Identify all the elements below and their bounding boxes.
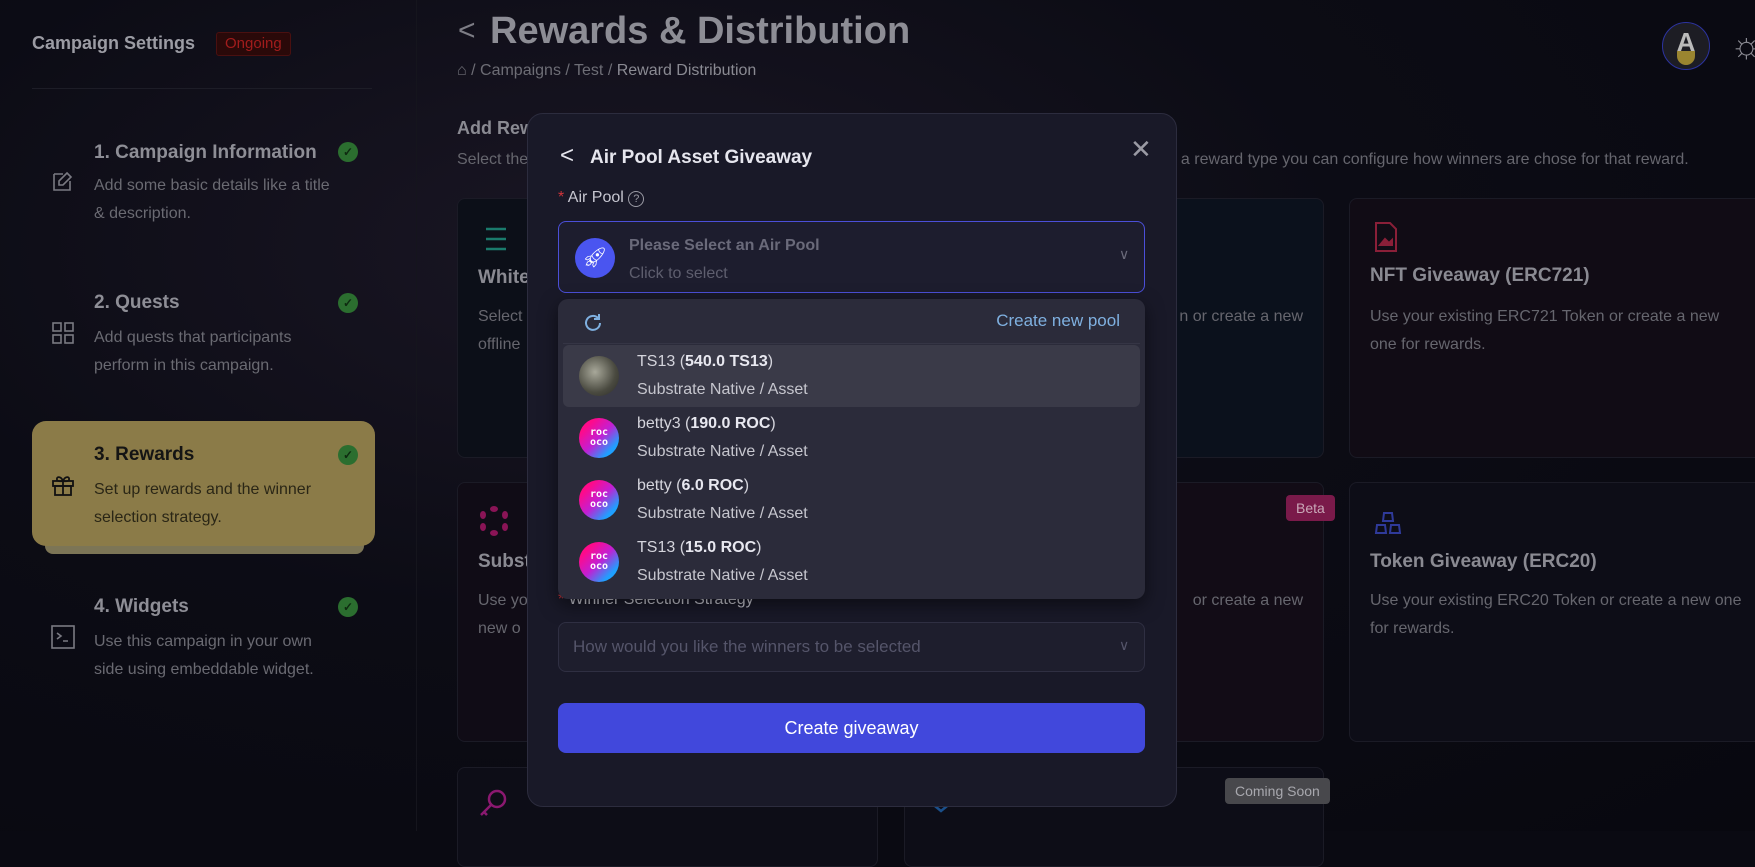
token-stack-icon xyxy=(1374,512,1402,534)
edit-icon xyxy=(53,171,73,191)
pool-type: Substrate Native / Asset xyxy=(637,567,808,584)
sidebar-step-widgets[interactable]: 4. Widgets ✓ Use this campaign in your o… xyxy=(32,592,372,692)
air-pool-dropdown: Create new pool TS13 (540.0 TS13) Substr… xyxy=(558,299,1145,599)
card-desc: n or create a new xyxy=(1179,308,1303,325)
air-pool-label: * Air Pool ? xyxy=(558,189,645,207)
select-placeholder: How would you like the winners to be sel… xyxy=(573,637,921,656)
step-title: 1. Campaign Information xyxy=(94,142,317,163)
reward-card-nft[interactable]: NFT Giveaway (ERC721) Use your existing … xyxy=(1349,198,1755,458)
gift-icon xyxy=(52,476,74,496)
beta-badge: Beta xyxy=(1286,495,1335,521)
page-title: Rewards & Distribution xyxy=(490,10,911,52)
section-subtitle: Select the xyxy=(457,151,529,168)
card-title: White xyxy=(478,267,530,288)
chevron-down-icon: ∨ xyxy=(1119,246,1130,262)
check-icon: ✓ xyxy=(338,293,358,313)
card-desc: Use yo xyxy=(478,592,528,609)
create-new-pool-link[interactable]: Create new pool xyxy=(996,311,1120,331)
back-icon[interactable]: < xyxy=(560,142,574,170)
reward-card-token[interactable]: Token Giveaway (ERC20) Use your existing… xyxy=(1349,482,1755,742)
check-icon: ✓ xyxy=(338,142,358,162)
sidebar-step-rewards[interactable]: 3. Rewards ✓ Set up rewards and the winn… xyxy=(32,421,375,546)
back-icon[interactable]: < xyxy=(458,14,476,48)
help-icon[interactable]: ? xyxy=(628,191,645,207)
card-desc: Use your existing ERC20 Token or create … xyxy=(1370,592,1742,637)
step-title: 4. Widgets xyxy=(94,596,189,617)
section-subtitle: t a reward type you can configure how wi… xyxy=(1172,151,1689,168)
card-title: Subst xyxy=(478,551,531,572)
breadcrumb-item[interactable]: Campaigns xyxy=(480,62,561,79)
image-file-icon xyxy=(1375,222,1397,252)
home-icon[interactable]: ⌂ xyxy=(457,62,467,79)
step-title: 3. Rewards xyxy=(94,444,195,465)
check-icon: ✓ xyxy=(338,445,358,465)
pool-type: Substrate Native / Asset xyxy=(637,505,808,522)
pool-type: Substrate Native / Asset xyxy=(637,381,808,398)
modal-title: Air Pool Asset Giveaway xyxy=(590,147,813,168)
rococo-logo: roc oco xyxy=(579,480,619,520)
create-giveaway-button[interactable]: Create giveaway xyxy=(558,703,1145,753)
grid-icon xyxy=(52,322,74,344)
breadcrumb: ⌂ / Campaigns / Test / Reward Distributi… xyxy=(457,62,757,79)
rocket-icon: 🚀︎ xyxy=(575,238,615,278)
pool-avatar xyxy=(579,356,619,396)
step-title: 2. Quests xyxy=(94,292,180,313)
pool-option[interactable]: roc oco TS13 (15.0 ROC) Substrate Native … xyxy=(563,531,1140,593)
step-desc: Use this campaign in your own side using… xyxy=(94,633,314,678)
terminal-icon xyxy=(51,625,75,649)
pool-option[interactable]: roc oco betty3 (190.0 ROC) Substrate Nati… xyxy=(563,407,1140,469)
close-icon[interactable]: ✕ xyxy=(1130,134,1152,165)
theme-toggle-icon[interactable]: ☼ xyxy=(1730,24,1755,66)
rococo-logo: roc oco xyxy=(579,542,619,582)
step-desc: Add some basic details like a title & de… xyxy=(94,177,330,222)
card-desc: Select xyxy=(478,308,523,325)
step-desc: Set up rewards and the winner selection … xyxy=(94,481,312,526)
check-icon: ✓ xyxy=(338,597,358,617)
breadcrumb-item[interactable]: Test xyxy=(574,62,603,79)
pool-name: TS13 (540.0 TS13) xyxy=(637,353,774,370)
sidebar-title: Campaign Settings xyxy=(32,33,196,53)
pool-option[interactable]: roc oco betty (6.0 ROC) Substrate Native … xyxy=(563,469,1140,531)
card-desc: Use your existing ERC721 Token or create… xyxy=(1370,308,1720,353)
card-title: Token Giveaway (ERC20) xyxy=(1370,551,1597,572)
select-placeholder: Please Select an Air Pool xyxy=(629,237,820,254)
label-text: Air Pool xyxy=(567,189,624,206)
divider xyxy=(563,343,1140,344)
list-icon xyxy=(486,227,506,251)
card-title: NFT Giveaway (ERC721) xyxy=(1370,265,1590,286)
pool-type: Substrate Native / Asset xyxy=(637,443,808,460)
sidebar-step-campaign-information[interactable]: 1. Campaign Information ✓ Add some basic… xyxy=(32,138,372,238)
pool-name: betty3 (190.0 ROC) xyxy=(637,415,776,432)
air-pool-select[interactable]: 🚀︎ Please Select an Air Pool Click to se… xyxy=(558,221,1145,293)
sidebar-step-quests[interactable]: 2. Quests ✓ Add quests that participants… xyxy=(32,288,372,388)
card-desc: offline xyxy=(478,336,521,353)
breadcrumb-item: Reward Distribution xyxy=(616,62,757,79)
pool-name: betty (6.0 ROC) xyxy=(637,477,750,494)
strategy-select[interactable]: How would you like the winners to be sel… xyxy=(558,622,1145,672)
rococo-logo: roc oco xyxy=(579,418,619,458)
pool-option[interactable]: TS13 (540.0 TS13) Substrate Native / Ass… xyxy=(563,345,1140,407)
card-desc: or create a new xyxy=(1192,592,1303,609)
select-hint: Click to select xyxy=(629,265,728,282)
divider xyxy=(32,88,372,89)
section-title: Add Rew xyxy=(457,118,535,138)
status-badge: Ongoing xyxy=(216,32,291,56)
pool-name: TS13 (15.0 ROC) xyxy=(637,539,762,556)
key-icon xyxy=(480,789,507,816)
refresh-icon[interactable] xyxy=(582,312,604,334)
step-desc: Add quests that participants perform in … xyxy=(94,329,292,374)
chevron-down-icon: ∨ xyxy=(1119,637,1130,653)
card-desc: new o xyxy=(478,620,521,637)
avatar[interactable]: A xyxy=(1662,22,1710,70)
divider xyxy=(416,0,417,831)
polkadot-icon xyxy=(480,506,508,536)
coming-soon-badge: Coming Soon xyxy=(1225,778,1330,804)
